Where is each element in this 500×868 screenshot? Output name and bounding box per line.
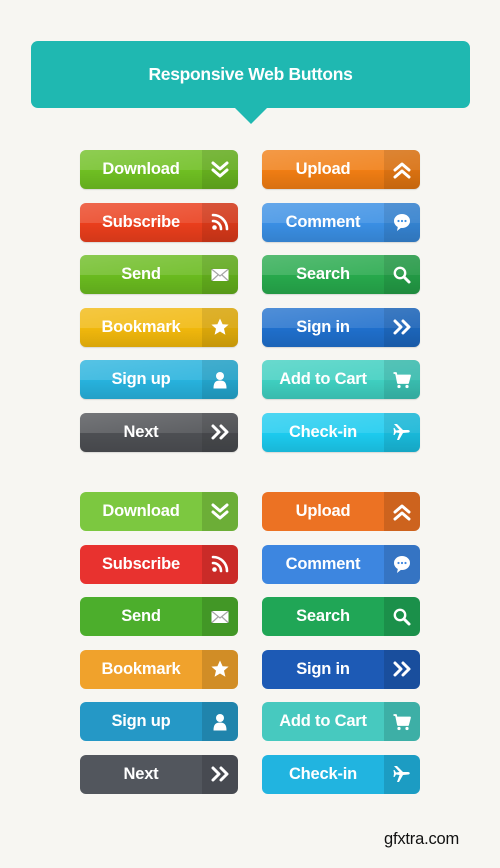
button-label: Sign in: [296, 317, 350, 336]
check-in-button[interactable]: Check-in: [262, 412, 420, 452]
search-button[interactable]: Search: [262, 597, 420, 636]
sign-in-button[interactable]: Sign in: [262, 307, 420, 347]
rss-icon: [202, 202, 238, 242]
check-in-button[interactable]: Check-in: [262, 754, 420, 794]
send-button[interactable]: Send: [80, 255, 238, 294]
star-icon: [202, 649, 238, 689]
subscribe-button[interactable]: Subscribe: [80, 202, 238, 242]
button-label: Sign in: [296, 659, 350, 678]
button-label: Check-in: [288, 764, 358, 783]
button-label: Subscribe: [102, 212, 180, 231]
sign-up-button[interactable]: Sign up: [80, 360, 238, 399]
title-banner: Responsive Web Buttons: [31, 41, 470, 124]
next-button[interactable]: Next: [80, 754, 238, 794]
envelope-icon: [202, 255, 238, 294]
airplane-icon: [384, 754, 420, 794]
download-button[interactable]: Download: [80, 150, 238, 189]
airplane-icon: [384, 412, 420, 452]
button-label: Sign up: [111, 712, 171, 730]
bookmark-button[interactable]: Bookmark: [80, 307, 238, 347]
button-label: Add to Cart: [279, 712, 367, 730]
upload-button[interactable]: Upload: [262, 150, 420, 189]
button-label: Comment: [285, 212, 361, 231]
double-chevron-right-icon: [384, 649, 420, 689]
star-icon: [202, 307, 238, 347]
cart-icon: [384, 702, 420, 741]
speech-bubble-icon: [384, 202, 420, 242]
button-label: Send: [121, 265, 161, 283]
button-label: Check-in: [288, 422, 358, 441]
speech-bubble-icon: [384, 544, 420, 584]
add-to-cart-button[interactable]: Add to Cart: [262, 702, 420, 741]
next-button[interactable]: Next: [80, 412, 238, 452]
button-label: Add to Cart: [279, 370, 367, 388]
double-chevron-right-icon: [202, 754, 238, 794]
search-button[interactable]: Search: [262, 255, 420, 294]
button-label: Comment: [285, 554, 361, 573]
download-button[interactable]: Download: [80, 492, 238, 531]
double-chevron-down-icon: [202, 492, 238, 531]
cart-icon: [384, 360, 420, 399]
double-chevron-right-icon: [202, 412, 238, 452]
comment-button[interactable]: Comment: [262, 544, 420, 584]
button-label: Send: [121, 607, 161, 625]
envelope-icon: [202, 597, 238, 636]
button-label: Next: [123, 764, 159, 783]
button-label: Search: [296, 607, 350, 625]
double-chevron-down-icon: [202, 150, 238, 189]
flat-button-set: Download Upload Subscribe Comment Send Search…: [80, 492, 420, 794]
glossy-button-set: Download Upload Subscribe Comment Send Search…: [80, 150, 420, 452]
double-chevron-right-icon: [384, 307, 420, 347]
subscribe-button[interactable]: Subscribe: [80, 544, 238, 584]
watermark: gfxtra.com: [384, 830, 460, 848]
page-title: Responsive Web Buttons: [148, 64, 353, 84]
double-chevron-up-icon: [384, 150, 420, 189]
double-chevron-up-icon: [384, 492, 420, 531]
bookmark-button[interactable]: Bookmark: [80, 649, 238, 689]
button-label: Bookmark: [101, 659, 181, 678]
send-button[interactable]: Send: [80, 597, 238, 636]
button-label: Search: [296, 265, 350, 283]
magnifier-icon: [384, 255, 420, 294]
button-label: Download: [102, 160, 180, 178]
button-label: Next: [123, 422, 159, 441]
sign-up-button[interactable]: Sign up: [80, 702, 238, 741]
rss-icon: [202, 544, 238, 584]
user-icon: [202, 702, 238, 741]
button-label: Bookmark: [101, 317, 181, 336]
sign-in-button[interactable]: Sign in: [262, 649, 420, 689]
upload-button[interactable]: Upload: [262, 492, 420, 531]
button-label: Upload: [295, 502, 351, 520]
comment-button[interactable]: Comment: [262, 202, 420, 242]
user-icon: [202, 360, 238, 399]
magnifier-icon: [384, 597, 420, 636]
button-label: Subscribe: [102, 554, 180, 573]
add-to-cart-button[interactable]: Add to Cart: [262, 360, 420, 399]
button-label: Sign up: [111, 370, 171, 388]
button-label: Upload: [295, 160, 351, 178]
button-label: Download: [102, 502, 180, 520]
